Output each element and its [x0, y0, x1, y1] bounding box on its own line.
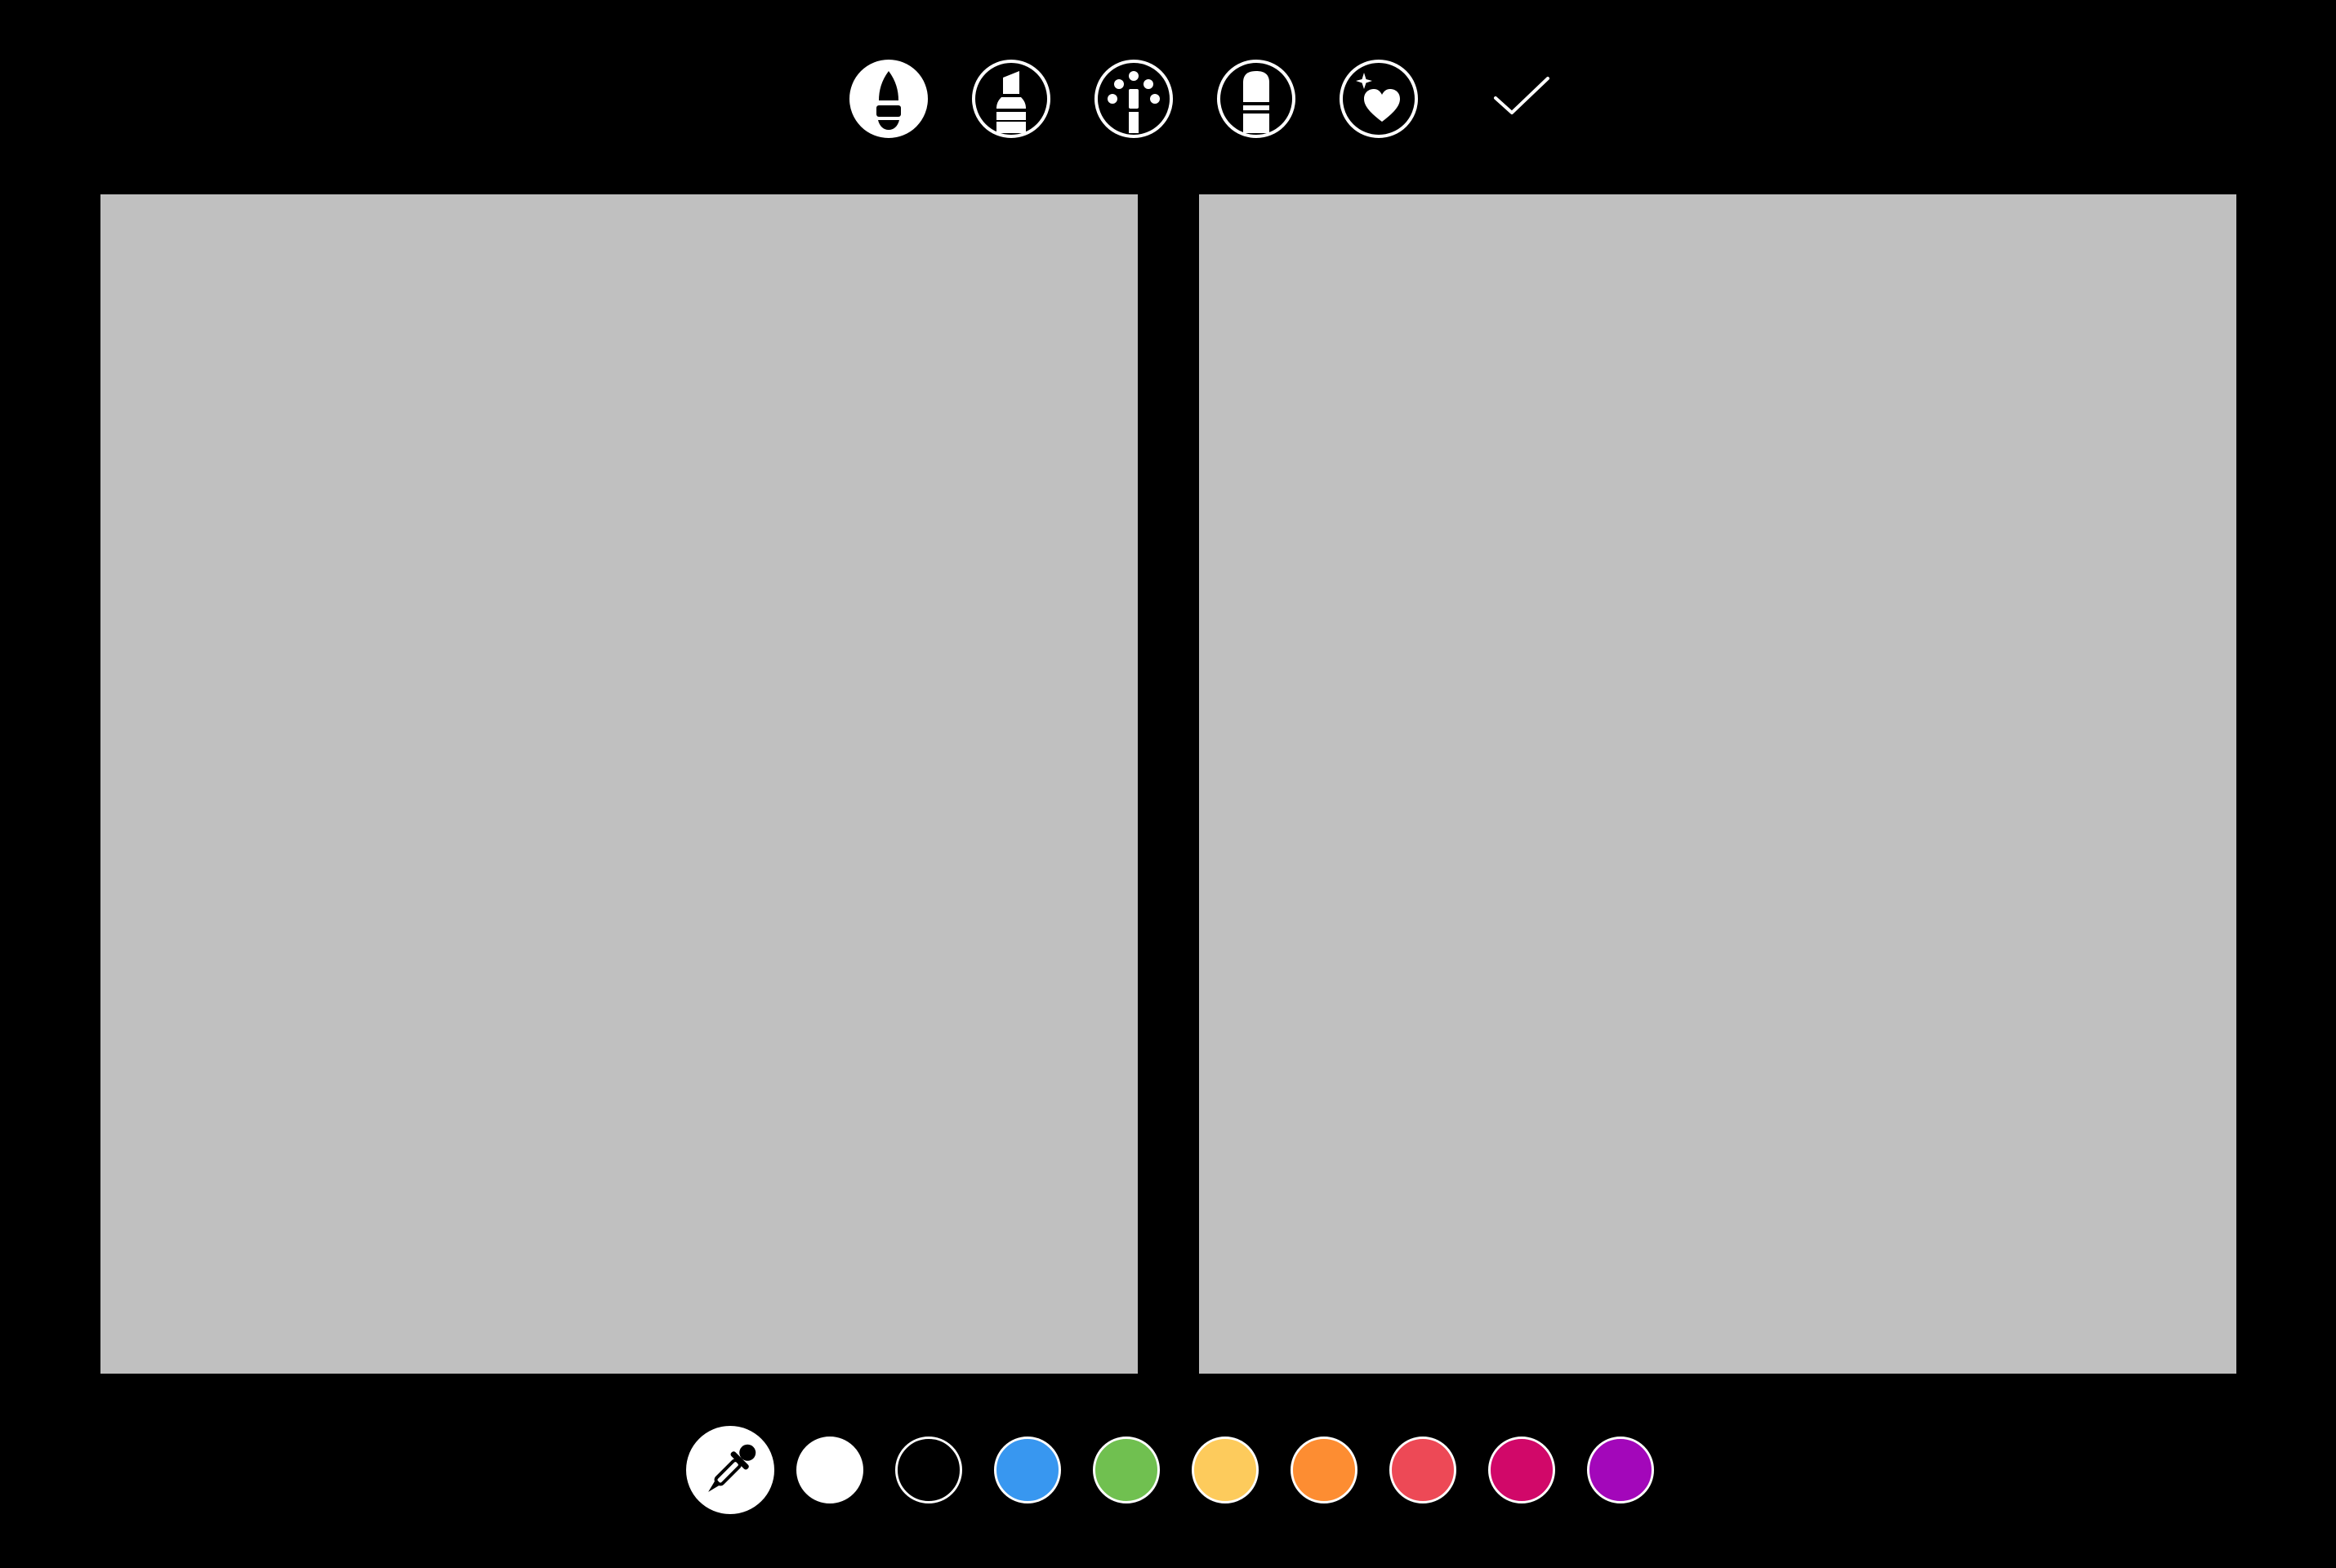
drawing-editor	[0, 0, 2336, 1568]
pen-tool-button[interactable]	[849, 60, 928, 138]
color-swatch-red[interactable]	[1389, 1437, 1456, 1503]
pen-icon	[876, 71, 901, 130]
done-button[interactable]	[1482, 65, 1561, 131]
color-swatch-black[interactable]	[895, 1437, 962, 1503]
color-swatch-purple[interactable]	[1587, 1437, 1654, 1503]
color-swatch-orange[interactable]	[1291, 1437, 1357, 1503]
neon-brush-icon	[1108, 71, 1160, 133]
eraser-icon	[1243, 71, 1269, 133]
eyedropper-button[interactable]	[686, 1426, 774, 1514]
brush-toolbar	[0, 0, 2336, 196]
marker-tool-button[interactable]	[972, 60, 1050, 138]
color-palette	[0, 1421, 2336, 1519]
marker-icon	[996, 71, 1026, 133]
sparkle-heart-icon	[1356, 73, 1400, 122]
neon-tool-button[interactable]	[1094, 60, 1173, 138]
color-swatch-white[interactable]	[796, 1437, 863, 1503]
canvas-right[interactable]	[1199, 194, 2236, 1374]
color-swatch-green[interactable]	[1093, 1437, 1160, 1503]
color-swatch-blue[interactable]	[994, 1437, 1061, 1503]
canvas-left[interactable]	[100, 194, 1138, 1374]
eraser-tool-button[interactable]	[1217, 60, 1295, 138]
color-swatch-yellow[interactable]	[1192, 1437, 1259, 1503]
color-swatch-magenta[interactable]	[1488, 1437, 1555, 1503]
eyedropper-icon	[708, 1444, 756, 1492]
checkmark-icon	[1494, 77, 1549, 114]
effects-tool-button[interactable]	[1340, 60, 1418, 138]
